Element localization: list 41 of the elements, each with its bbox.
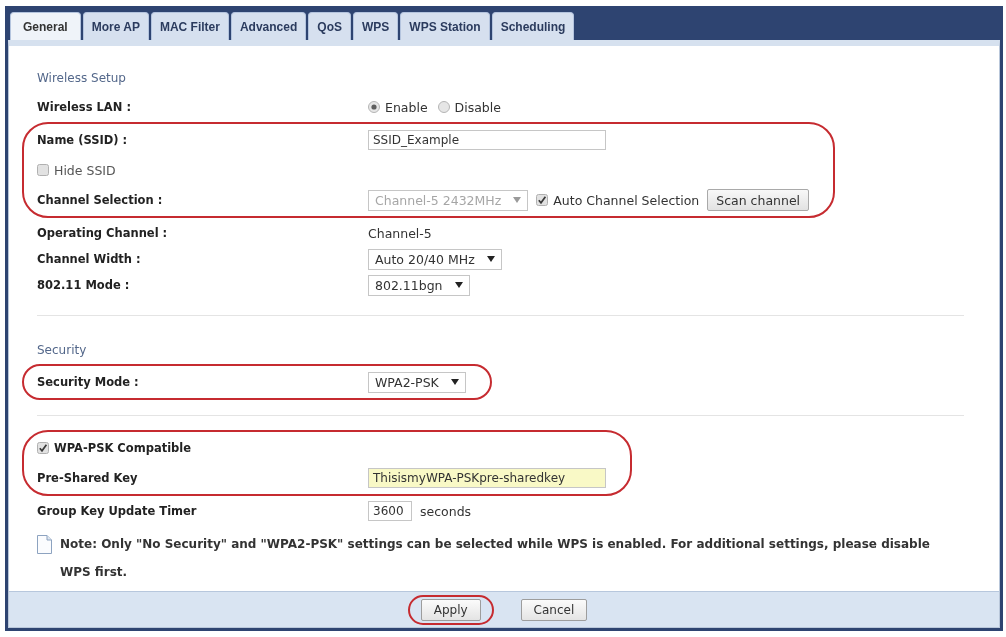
note-text: Note: Only "No Security" and "WPA2-PSK" settings can be selected while WPS is enabled. For additional settings, please disable WPS first. — [60, 536, 931, 581]
scan-channel-button[interactable]: Scan channel — [707, 189, 810, 211]
section-heading: Wireless Setup — [37, 70, 127, 87]
caret-icon — [454, 282, 463, 288]
field-label: 802.11 Mode : — [37, 278, 131, 292]
text-field[interactable]: ThisismyWPA-PSKpre-sharedkey — [368, 468, 606, 488]
field-label: Channel Selection : — [37, 193, 164, 207]
tab[interactable]: Scheduling — [491, 12, 575, 40]
radio-option[interactable]: Disable — [437, 99, 501, 115]
tab[interactable]: WPS Station — [400, 12, 490, 40]
checkbox-option[interactable]: WPA-PSK Compatible — [37, 441, 192, 455]
field-label: Pre-Shared Key — [37, 471, 139, 485]
caret-icon — [486, 256, 495, 262]
caret-icon — [513, 197, 522, 203]
footer-button[interactable]: Apply — [420, 598, 481, 621]
tab[interactable]: More AP — [82, 12, 149, 40]
radio-option[interactable]: Enable — [368, 99, 428, 115]
section-heading: Security — [37, 342, 88, 359]
dropdown[interactable]: Auto 20/40 MHz — [368, 248, 502, 270]
unit-label: seconds — [420, 503, 472, 519]
tab[interactable]: QoS — [308, 12, 351, 40]
field-label: Name (SSID) : — [37, 133, 129, 147]
text-field[interactable]: SSID_Example — [368, 130, 606, 150]
field-label: Group Key Update Timer — [37, 504, 198, 518]
field-label: Wireless LAN : — [37, 100, 132, 114]
dropdown[interactable]: 802.11bgn — [368, 274, 470, 296]
field-value: Channel-5 — [368, 225, 432, 241]
tab[interactable]: MAC Filter — [150, 12, 229, 40]
tab[interactable]: General — [10, 12, 81, 40]
number-field[interactable]: 3600 — [368, 501, 412, 521]
checkbox-option[interactable]: Auto Channel Selection — [536, 192, 700, 208]
field-label: Operating Channel : — [37, 226, 169, 240]
field-label: Security Mode : — [37, 375, 140, 389]
field-label: Channel Width : — [37, 252, 142, 266]
dropdown[interactable]: WPA2-PSK — [368, 371, 466, 393]
tab[interactable]: WPS — [352, 12, 399, 40]
document-icon — [37, 535, 52, 554]
footer-button[interactable]: Cancel — [520, 598, 588, 621]
caret-icon — [450, 379, 459, 385]
checkbox-option[interactable]: Hide SSID — [37, 162, 116, 178]
tab[interactable]: Advanced — [230, 12, 307, 40]
